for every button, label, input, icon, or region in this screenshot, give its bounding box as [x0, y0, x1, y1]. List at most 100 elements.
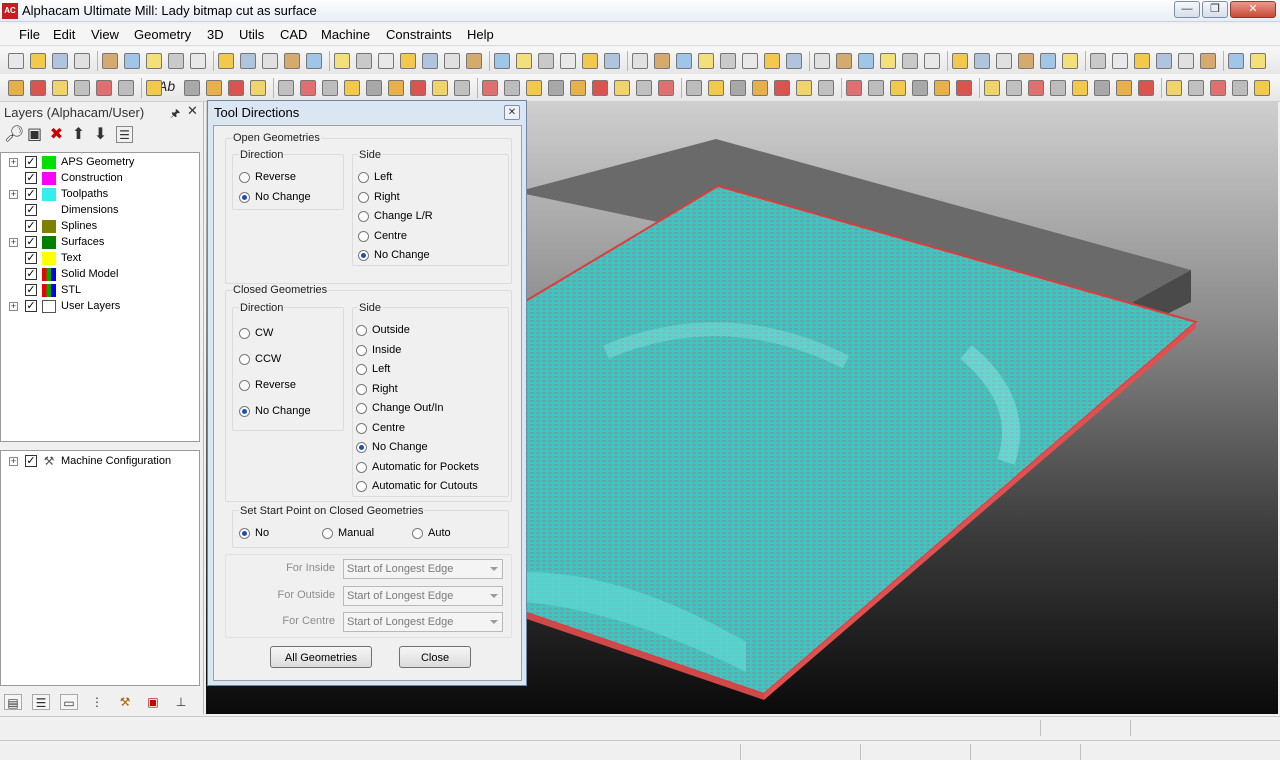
- closed-direction-radio[interactable]: [239, 328, 250, 339]
- toolbar-button-icon[interactable]: [796, 80, 812, 96]
- start-point-radio[interactable]: [322, 528, 333, 539]
- binoculars-icon[interactable]: 🔎︎: [4, 126, 24, 143]
- toolbar-button-icon[interactable]: [1138, 80, 1154, 96]
- toolbar-button-icon[interactable]: [952, 53, 968, 69]
- layer-row[interactable]: + ✓ User Layers: [1, 299, 199, 315]
- toolbar-button-icon[interactable]: [388, 80, 404, 96]
- toolbar-button-icon[interactable]: [836, 53, 852, 69]
- toolbar-button-icon[interactable]: [1178, 53, 1194, 69]
- toolbar-button-icon[interactable]: [494, 53, 510, 69]
- toolbar-button-icon[interactable]: [1028, 80, 1044, 96]
- layer-properties-icon[interactable]: ☰: [116, 126, 133, 143]
- closed-side-radio[interactable]: [356, 481, 367, 492]
- toolbar-button-icon[interactable]: [774, 80, 790, 96]
- toolbar-button-icon[interactable]: [614, 80, 630, 96]
- toolbar-button-icon[interactable]: [278, 80, 294, 96]
- expand-icon[interactable]: +: [9, 190, 18, 199]
- expand-icon[interactable]: +: [9, 302, 18, 311]
- menu-file[interactable]: File: [19, 27, 40, 42]
- toolbar-button-icon[interactable]: [1006, 80, 1022, 96]
- toolbar-button-icon[interactable]: [956, 80, 972, 96]
- toolbar-button-icon[interactable]: [1254, 80, 1270, 96]
- toolbar-button-icon[interactable]: [52, 80, 68, 96]
- menu-3d[interactable]: 3D: [207, 27, 224, 42]
- close-window-button[interactable]: ✕: [1230, 1, 1276, 18]
- toolbar-button-icon[interactable]: [814, 53, 830, 69]
- toolbar-button-icon[interactable]: [516, 53, 532, 69]
- toolbar-button-icon[interactable]: [1112, 53, 1128, 69]
- open-side-radio[interactable]: [358, 250, 369, 261]
- toolbar-button-icon[interactable]: [74, 80, 90, 96]
- toolbar-button-icon[interactable]: [764, 53, 780, 69]
- toolbar-button-icon[interactable]: [1156, 53, 1172, 69]
- toolbar-button-icon[interactable]: [1050, 80, 1066, 96]
- toolbar-button-icon[interactable]: [1166, 80, 1182, 96]
- toolbar-button-icon[interactable]: [570, 80, 586, 96]
- toolbar-button-icon[interactable]: [322, 80, 338, 96]
- panel-close-icon[interactable]: ✕: [187, 103, 198, 119]
- machine-config-row[interactable]: + ✓ ⚒ Machine Configuration: [1, 454, 199, 470]
- layer-row[interactable]: ✓ Dimensions: [1, 203, 199, 219]
- layer-row[interactable]: + ✓ APS Geometry: [1, 155, 199, 171]
- toolbar-button-icon[interactable]: [334, 53, 350, 69]
- layer-checkbox[interactable]: ✓: [25, 284, 37, 296]
- toolbar-button-icon[interactable]: [1094, 80, 1110, 96]
- tools-tab-icon[interactable]: ⚒: [116, 694, 134, 710]
- open-side-radio[interactable]: [358, 172, 369, 183]
- toolbar-button-icon[interactable]: [466, 53, 482, 69]
- toolbar-button-icon[interactable]: [250, 80, 266, 96]
- toolbar-button-icon[interactable]: [218, 53, 234, 69]
- tree-tab-icon[interactable]: ⋮: [88, 694, 106, 710]
- layer-checkbox[interactable]: ✓: [25, 172, 37, 184]
- toolbar-button-icon[interactable]: [146, 80, 162, 96]
- toolbar-button-icon[interactable]: [902, 53, 918, 69]
- arrow-up-icon[interactable]: ⬆: [70, 126, 87, 143]
- delete-layer-icon[interactable]: ✖: [48, 126, 65, 143]
- toolbar-button-icon[interactable]: [676, 53, 692, 69]
- toolbar-button-icon[interactable]: [378, 53, 394, 69]
- layer-checkbox[interactable]: ✓: [25, 300, 37, 312]
- folder-tab-icon[interactable]: ▭: [60, 694, 78, 710]
- toolbar-button-icon[interactable]: [96, 80, 112, 96]
- toolbar-button-icon[interactable]: [1200, 53, 1216, 69]
- maximize-button[interactable]: ❐: [1202, 1, 1228, 18]
- toolbar-button-icon[interactable]: [422, 53, 438, 69]
- toolbar-button-icon[interactable]: [654, 53, 670, 69]
- toolbar-button-icon[interactable]: [1228, 53, 1244, 69]
- closed-side-radio[interactable]: [356, 403, 367, 414]
- toolbar-button-icon[interactable]: [30, 53, 46, 69]
- toolbar-button-icon[interactable]: [1018, 53, 1034, 69]
- toolbar-button-icon[interactable]: [400, 53, 416, 69]
- menu-edit[interactable]: Edit: [53, 27, 75, 42]
- toolbar-button-icon[interactable]: [356, 53, 372, 69]
- toolbar-button-icon[interactable]: [8, 80, 24, 96]
- toolbar-button-icon[interactable]: [184, 80, 200, 96]
- minimize-button[interactable]: —: [1174, 1, 1200, 18]
- toolbar-button-icon[interactable]: [698, 53, 714, 69]
- toolbar-button-icon[interactable]: [658, 80, 674, 96]
- closed-side-radio[interactable]: [356, 461, 367, 473]
- closed-direction-radio[interactable]: [239, 406, 250, 417]
- toolbar-button-icon[interactable]: [74, 53, 90, 69]
- toolbar-button-icon[interactable]: [996, 53, 1012, 69]
- toolbar-button-icon[interactable]: [432, 80, 448, 96]
- layer-checkbox[interactable]: ✓: [25, 188, 37, 200]
- toolbar-button-icon[interactable]: [454, 80, 470, 96]
- toolbar-button-icon[interactable]: [1232, 80, 1248, 96]
- toolbar-button-icon[interactable]: [632, 53, 648, 69]
- menu-geometry[interactable]: Geometry: [134, 27, 191, 42]
- toolbar-button-icon[interactable]: [1062, 53, 1078, 69]
- menu-constraints[interactable]: Constraints: [386, 27, 452, 42]
- toolbar-button-icon[interactable]: [240, 53, 256, 69]
- toolbar-button-icon[interactable]: [730, 80, 746, 96]
- toolbar-button-icon[interactable]: [1188, 80, 1204, 96]
- closed-side-radio[interactable]: [356, 383, 367, 395]
- toolbar-button-icon[interactable]: [1116, 80, 1132, 96]
- toolbar-button-icon[interactable]: [482, 80, 498, 96]
- layer-row[interactable]: ✓ Solid Model: [1, 267, 199, 283]
- toolbar-button-icon[interactable]: [708, 80, 724, 96]
- layer-row[interactable]: ✓ Splines: [1, 219, 199, 235]
- toolbar-button-icon[interactable]: [880, 53, 896, 69]
- menu-cad[interactable]: CAD: [280, 27, 307, 42]
- layer-checkbox[interactable]: ✓: [25, 236, 37, 248]
